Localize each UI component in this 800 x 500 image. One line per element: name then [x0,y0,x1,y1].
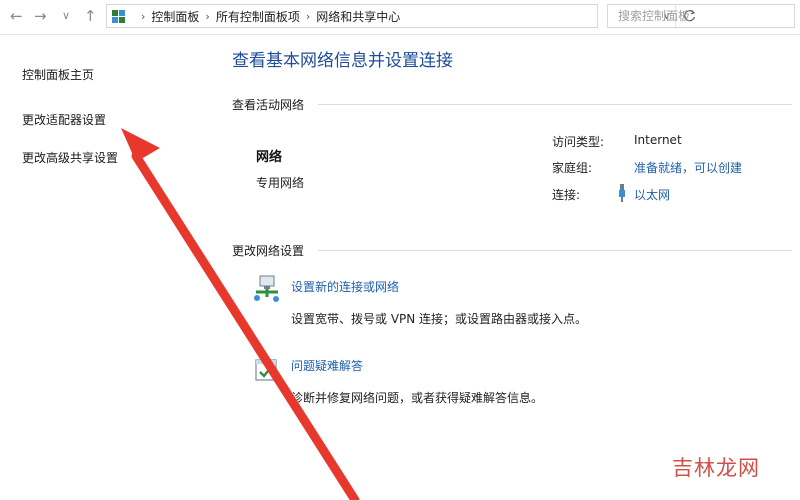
watermark-text: 吉林龙网 [672,456,760,480]
annotation-arrow [121,128,360,500]
